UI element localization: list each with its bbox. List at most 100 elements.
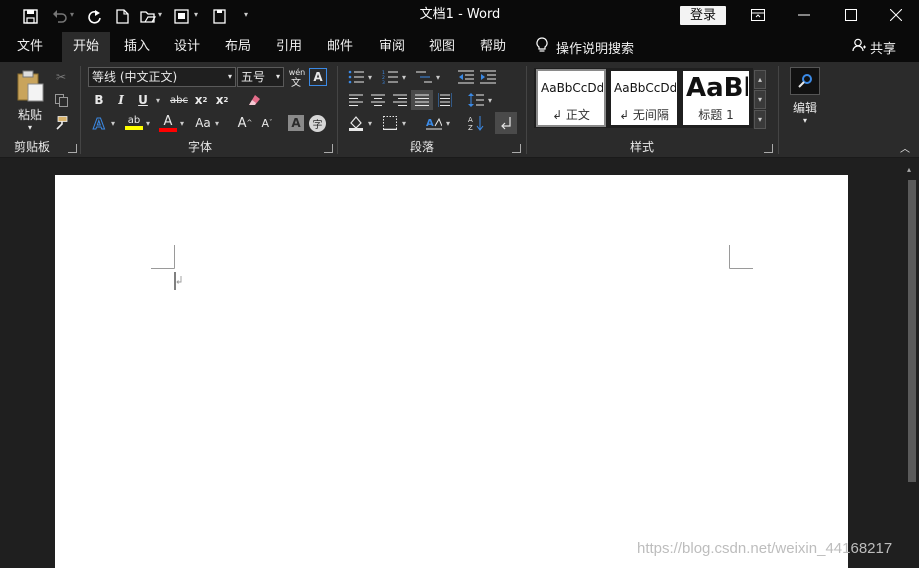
svg-text:A: A (426, 118, 434, 129)
text-effects-icon[interactable]: A (90, 113, 110, 133)
clipboard-launcher-icon[interactable] (68, 144, 77, 153)
subscript-button[interactable]: x2 (192, 91, 210, 109)
font-name-combo[interactable]: 等线 (中文正文) ▾ (88, 67, 236, 87)
tell-me-search[interactable]: 操作说明搜索 (536, 32, 634, 62)
highlight-color-icon[interactable]: ab (123, 113, 145, 133)
grow-font-icon[interactable]: A ^ (236, 113, 254, 133)
align-right-icon[interactable] (390, 91, 410, 109)
shading-dropdown-icon[interactable]: ▾ (368, 120, 376, 128)
style-heading-1[interactable]: AaBl 标题 1 (683, 71, 749, 125)
bullets-dropdown-icon[interactable]: ▾ (368, 74, 376, 82)
title-bar: ▾ ▾ ▾ ▾ 文档1 - Word 登录 (0, 0, 919, 32)
editing-button[interactable]: 编辑 ▾ (786, 67, 824, 133)
styles-gallery: AaBbCcDd ↲ 正文 AaBbCcDd ↲ 无间隔 AaBl 标题 1 (534, 68, 753, 128)
styles-more-icon[interactable]: ▾ (754, 110, 766, 129)
style-no-spacing[interactable]: AaBbCcDd ↲ 无间隔 (611, 71, 677, 125)
tab-design[interactable]: 设计 (166, 32, 208, 62)
ribbon-display-options-icon[interactable] (735, 0, 781, 30)
phonetic-guide-icon[interactable]: wén 文 (287, 67, 307, 87)
scroll-up-icon[interactable]: ▴ (907, 165, 911, 174)
clear-formatting-icon[interactable] (244, 91, 264, 109)
text-effects-dropdown-icon[interactable]: ▾ (111, 120, 119, 128)
show-formatting-marks-icon[interactable] (495, 112, 517, 134)
underline-button[interactable]: U (134, 91, 152, 109)
collapse-ribbon-icon[interactable]: ︿ (898, 140, 912, 155)
chinese-layout-icon[interactable]: A (424, 113, 444, 133)
distributed-icon[interactable] (435, 91, 455, 109)
open-icon[interactable] (137, 5, 159, 27)
format-painter-icon[interactable] (52, 114, 70, 132)
tab-layout[interactable]: 布局 (217, 32, 259, 62)
underline-dropdown-icon[interactable]: ▾ (156, 97, 164, 105)
paragraph-launcher-icon[interactable] (512, 144, 521, 153)
tab-references[interactable]: 引用 (268, 32, 310, 62)
character-border-icon[interactable]: A (309, 68, 327, 86)
align-left-icon[interactable] (346, 91, 366, 109)
italic-button[interactable]: I (112, 91, 130, 109)
strikethrough-button[interactable]: abc (168, 91, 190, 109)
undo-icon[interactable] (49, 5, 71, 27)
print-preview-icon[interactable] (170, 5, 192, 27)
font-size-combo[interactable]: 五号 ▾ (237, 67, 284, 87)
undo-dropdown-icon[interactable]: ▾ (70, 11, 78, 19)
styles-launcher-icon[interactable] (764, 144, 773, 153)
customize-qat-icon[interactable]: ▾ (244, 11, 252, 19)
vertical-scrollbar[interactable]: ▴ (904, 162, 919, 568)
maximize-icon[interactable] (828, 0, 874, 30)
open-dropdown-icon[interactable]: ▾ (158, 11, 166, 19)
shrink-font-icon[interactable]: Aˇ (258, 113, 276, 133)
document-view-icon[interactable] (208, 5, 230, 27)
change-case-button[interactable]: Aa (192, 113, 214, 133)
justify-icon[interactable] (411, 90, 433, 110)
minimize-icon[interactable] (781, 0, 827, 30)
print-dropdown-icon[interactable]: ▾ (194, 11, 202, 19)
borders-dropdown-icon[interactable]: ▾ (402, 120, 410, 128)
tab-help[interactable]: 帮助 (472, 32, 514, 62)
font-launcher-icon[interactable] (324, 144, 333, 153)
login-button[interactable]: 登录 (680, 6, 726, 25)
character-shading-icon[interactable]: A (288, 115, 304, 131)
chinese-layout-dropdown-icon[interactable]: ▾ (446, 120, 454, 128)
change-case-dropdown-icon[interactable]: ▾ (215, 120, 223, 128)
align-center-icon[interactable] (368, 91, 388, 109)
styles-scroll-down-icon[interactable]: ▾ (754, 90, 766, 109)
highlight-dropdown-icon[interactable]: ▾ (146, 120, 154, 128)
tab-home[interactable]: 开始 (62, 32, 110, 62)
copy-icon[interactable] (52, 91, 70, 109)
paste-button[interactable]: 粘贴 ▾ (12, 68, 48, 134)
style-normal[interactable]: AaBbCcDd ↲ 正文 (536, 69, 606, 127)
tab-file[interactable]: 文件 (8, 32, 52, 62)
new-document-icon[interactable] (111, 5, 133, 27)
document-page[interactable] (55, 175, 848, 568)
enclose-characters-icon[interactable]: 字 (309, 115, 326, 132)
font-color-dropdown-icon[interactable]: ▾ (180, 120, 188, 128)
increase-indent-icon[interactable] (478, 68, 498, 86)
tab-review[interactable]: 审阅 (371, 32, 413, 62)
redo-icon[interactable] (83, 5, 105, 27)
decrease-indent-icon[interactable] (456, 68, 476, 86)
close-icon[interactable] (873, 0, 919, 30)
paste-dropdown-icon: ▾ (27, 123, 32, 132)
multilevel-list-icon[interactable] (414, 68, 434, 86)
superscript-button[interactable]: x2 (213, 91, 231, 109)
tab-view[interactable]: 视图 (421, 32, 463, 62)
bullets-icon[interactable] (346, 68, 366, 86)
group-separator (80, 66, 81, 154)
cut-icon[interactable]: ✂ (52, 68, 70, 86)
numbering-icon[interactable]: 123 (380, 68, 400, 86)
numbering-dropdown-icon[interactable]: ▾ (402, 74, 410, 82)
borders-icon[interactable] (380, 113, 400, 133)
sort-icon[interactable]: AZ (466, 113, 486, 133)
shading-icon[interactable] (346, 113, 366, 133)
scrollbar-thumb[interactable] (908, 180, 916, 482)
styles-scroll-up-icon[interactable]: ▴ (754, 70, 766, 89)
save-icon[interactable] (19, 5, 41, 27)
tab-mailings[interactable]: 邮件 (319, 32, 361, 62)
multilevel-dropdown-icon[interactable]: ▾ (436, 74, 444, 82)
bold-button[interactable]: B (90, 91, 108, 109)
font-color-icon[interactable]: A (157, 113, 179, 133)
share-button[interactable]: 共享 (852, 32, 896, 62)
tab-insert[interactable]: 插入 (116, 32, 158, 62)
line-spacing-dropdown-icon[interactable]: ▾ (488, 97, 496, 105)
line-spacing-icon[interactable] (466, 91, 486, 109)
